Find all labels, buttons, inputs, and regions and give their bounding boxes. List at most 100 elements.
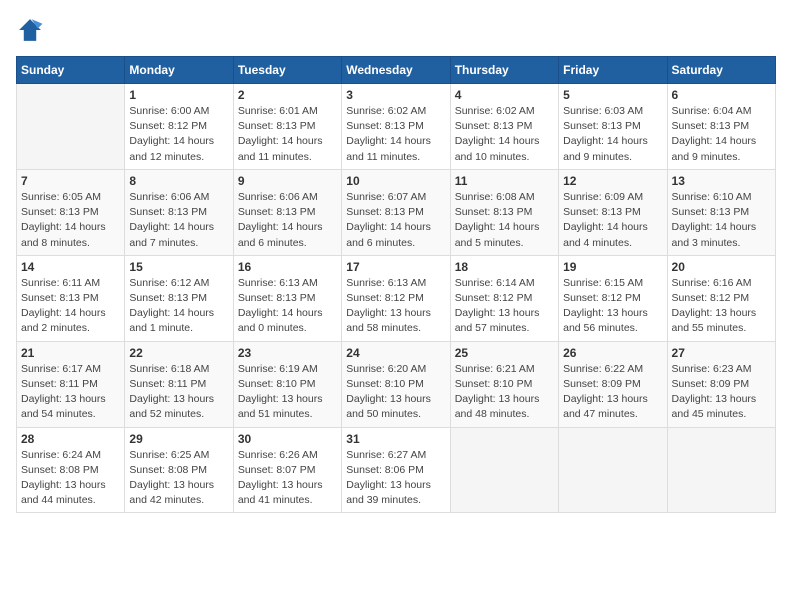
day-number: 30: [238, 432, 337, 446]
day-number: 4: [455, 88, 554, 102]
day-of-week-header: Friday: [559, 57, 667, 84]
day-number: 5: [563, 88, 662, 102]
day-number: 23: [238, 346, 337, 360]
day-of-week-header: Wednesday: [342, 57, 450, 84]
day-number: 24: [346, 346, 445, 360]
calendar-cell: 18 Sunrise: 6:14 AM Sunset: 8:12 PM Dayli…: [450, 255, 558, 341]
calendar-table: SundayMondayTuesdayWednesdayThursdayFrid…: [16, 56, 776, 513]
calendar-cell: 21 Sunrise: 6:17 AM Sunset: 8:11 PM Dayli…: [17, 341, 125, 427]
day-number: 19: [563, 260, 662, 274]
day-number: 26: [563, 346, 662, 360]
day-info: Sunrise: 6:06 AM Sunset: 8:13 PM Dayligh…: [238, 190, 337, 251]
header: [16, 16, 776, 44]
calendar-week-row: 7Sunrise: 6:05 AM Sunset: 8:13 PM Daylig…: [17, 169, 776, 255]
calendar-cell: 7Sunrise: 6:05 AM Sunset: 8:13 PM Daylig…: [17, 169, 125, 255]
day-of-week-header: Tuesday: [233, 57, 341, 84]
day-info: Sunrise: 6:11 AM Sunset: 8:13 PM Dayligh…: [21, 276, 120, 337]
day-number: 22: [129, 346, 228, 360]
calendar-cell: 11 Sunrise: 6:08 AM Sunset: 8:13 PM Dayli…: [450, 169, 558, 255]
calendar-cell: 1 Sunrise: 6:00 AM Sunset: 8:12 PM Daylig…: [125, 84, 233, 170]
logo: [16, 16, 48, 44]
day-info: Sunrise: 6:09 AM Sunset: 8:13 PM Dayligh…: [563, 190, 662, 251]
day-info: Sunrise: 6:02 AM Sunset: 8:13 PM Dayligh…: [455, 104, 554, 165]
calendar-cell: 31 Sunrise: 6:27 AM Sunset: 8:06 PM Dayli…: [342, 427, 450, 513]
day-info: Sunrise: 6:27 AM Sunset: 8:06 PM Dayligh…: [346, 448, 445, 509]
day-info: Sunrise: 6:21 AM Sunset: 8:10 PM Dayligh…: [455, 362, 554, 423]
calendar-cell: [667, 427, 775, 513]
calendar-cell: 12 Sunrise: 6:09 AM Sunset: 8:13 PM Dayli…: [559, 169, 667, 255]
calendar-week-row: 1 Sunrise: 6:00 AM Sunset: 8:12 PM Daylig…: [17, 84, 776, 170]
calendar-cell: [559, 427, 667, 513]
calendar-cell: 25 Sunrise: 6:21 AM Sunset: 8:10 PM Dayli…: [450, 341, 558, 427]
calendar-cell: 9 Sunrise: 6:06 AM Sunset: 8:13 PM Daylig…: [233, 169, 341, 255]
day-number: 10: [346, 174, 445, 188]
day-info: Sunrise: 6:05 AM Sunset: 8:13 PM Dayligh…: [21, 190, 120, 251]
day-of-week-header: Thursday: [450, 57, 558, 84]
calendar-cell: 4 Sunrise: 6:02 AM Sunset: 8:13 PM Daylig…: [450, 84, 558, 170]
day-info: Sunrise: 6:16 AM Sunset: 8:12 PM Dayligh…: [672, 276, 771, 337]
day-number: 27: [672, 346, 771, 360]
day-info: Sunrise: 6:17 AM Sunset: 8:11 PM Dayligh…: [21, 362, 120, 423]
day-info: Sunrise: 6:08 AM Sunset: 8:13 PM Dayligh…: [455, 190, 554, 251]
day-info: Sunrise: 6:26 AM Sunset: 8:07 PM Dayligh…: [238, 448, 337, 509]
calendar-cell: 22 Sunrise: 6:18 AM Sunset: 8:11 PM Dayli…: [125, 341, 233, 427]
calendar-cell: 10 Sunrise: 6:07 AM Sunset: 8:13 PM Dayli…: [342, 169, 450, 255]
day-info: Sunrise: 6:02 AM Sunset: 8:13 PM Dayligh…: [346, 104, 445, 165]
day-info: Sunrise: 6:24 AM Sunset: 8:08 PM Dayligh…: [21, 448, 120, 509]
calendar-cell: 30 Sunrise: 6:26 AM Sunset: 8:07 PM Dayli…: [233, 427, 341, 513]
calendar-week-row: 14 Sunrise: 6:11 AM Sunset: 8:13 PM Dayli…: [17, 255, 776, 341]
calendar-cell: 5 Sunrise: 6:03 AM Sunset: 8:13 PM Daylig…: [559, 84, 667, 170]
day-info: Sunrise: 6:12 AM Sunset: 8:13 PM Dayligh…: [129, 276, 228, 337]
calendar-cell: 3Sunrise: 6:02 AM Sunset: 8:13 PM Daylig…: [342, 84, 450, 170]
day-info: Sunrise: 6:13 AM Sunset: 8:13 PM Dayligh…: [238, 276, 337, 337]
calendar-cell: [450, 427, 558, 513]
day-info: Sunrise: 6:14 AM Sunset: 8:12 PM Dayligh…: [455, 276, 554, 337]
day-number: 2: [238, 88, 337, 102]
day-info: Sunrise: 6:04 AM Sunset: 8:13 PM Dayligh…: [672, 104, 771, 165]
calendar-cell: 29Sunrise: 6:25 AM Sunset: 8:08 PM Dayli…: [125, 427, 233, 513]
day-number: 11: [455, 174, 554, 188]
day-number: 8: [129, 174, 228, 188]
day-number: 14: [21, 260, 120, 274]
calendar-cell: [17, 84, 125, 170]
day-info: Sunrise: 6:01 AM Sunset: 8:13 PM Dayligh…: [238, 104, 337, 165]
day-number: 12: [563, 174, 662, 188]
day-number: 16: [238, 260, 337, 274]
calendar-cell: 14 Sunrise: 6:11 AM Sunset: 8:13 PM Dayli…: [17, 255, 125, 341]
calendar-cell: 2 Sunrise: 6:01 AM Sunset: 8:13 PM Daylig…: [233, 84, 341, 170]
day-info: Sunrise: 6:19 AM Sunset: 8:10 PM Dayligh…: [238, 362, 337, 423]
day-number: 31: [346, 432, 445, 446]
calendar-cell: 27Sunrise: 6:23 AM Sunset: 8:09 PM Dayli…: [667, 341, 775, 427]
calendar-cell: 19 Sunrise: 6:15 AM Sunset: 8:12 PM Dayli…: [559, 255, 667, 341]
day-info: Sunrise: 6:18 AM Sunset: 8:11 PM Dayligh…: [129, 362, 228, 423]
day-number: 6: [672, 88, 771, 102]
day-info: Sunrise: 6:10 AM Sunset: 8:13 PM Dayligh…: [672, 190, 771, 251]
day-number: 20: [672, 260, 771, 274]
calendar-cell: 16 Sunrise: 6:13 AM Sunset: 8:13 PM Dayli…: [233, 255, 341, 341]
calendar-cell: 8Sunrise: 6:06 AM Sunset: 8:13 PM Daylig…: [125, 169, 233, 255]
day-number: 29: [129, 432, 228, 446]
calendar-cell: 15 Sunrise: 6:12 AM Sunset: 8:13 PM Dayli…: [125, 255, 233, 341]
calendar-cell: 20 Sunrise: 6:16 AM Sunset: 8:12 PM Dayli…: [667, 255, 775, 341]
day-number: 9: [238, 174, 337, 188]
calendar-cell: 13Sunrise: 6:10 AM Sunset: 8:13 PM Dayli…: [667, 169, 775, 255]
day-number: 17: [346, 260, 445, 274]
day-number: 28: [21, 432, 120, 446]
calendar-cell: 28 Sunrise: 6:24 AM Sunset: 8:08 PM Dayli…: [17, 427, 125, 513]
day-of-week-header: Monday: [125, 57, 233, 84]
day-info: Sunrise: 6:22 AM Sunset: 8:09 PM Dayligh…: [563, 362, 662, 423]
day-info: Sunrise: 6:03 AM Sunset: 8:13 PM Dayligh…: [563, 104, 662, 165]
day-number: 21: [21, 346, 120, 360]
day-number: 15: [129, 260, 228, 274]
calendar-cell: 23 Sunrise: 6:19 AM Sunset: 8:10 PM Dayli…: [233, 341, 341, 427]
day-info: Sunrise: 6:15 AM Sunset: 8:12 PM Dayligh…: [563, 276, 662, 337]
day-of-week-header: Sunday: [17, 57, 125, 84]
day-info: Sunrise: 6:20 AM Sunset: 8:10 PM Dayligh…: [346, 362, 445, 423]
day-info: Sunrise: 6:13 AM Sunset: 8:12 PM Dayligh…: [346, 276, 445, 337]
day-number: 18: [455, 260, 554, 274]
day-number: 1: [129, 88, 228, 102]
calendar-cell: 24 Sunrise: 6:20 AM Sunset: 8:10 PM Dayli…: [342, 341, 450, 427]
day-info: Sunrise: 6:07 AM Sunset: 8:13 PM Dayligh…: [346, 190, 445, 251]
day-info: Sunrise: 6:00 AM Sunset: 8:12 PM Dayligh…: [129, 104, 228, 165]
day-number: 25: [455, 346, 554, 360]
